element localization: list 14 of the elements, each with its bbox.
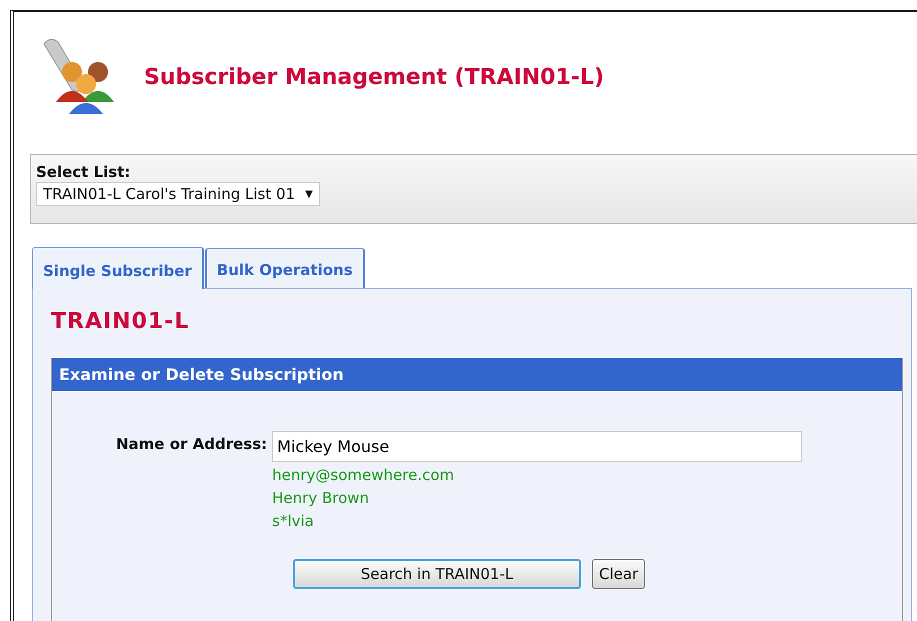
list-name: TRAIN01-L [51, 309, 190, 334]
hint-text: Henry Brown [272, 488, 370, 509]
hint-text: henry@somewhere.com [272, 465, 456, 486]
select-label: Select List: [36, 163, 132, 181]
clear-button[interactable]: Clear [592, 559, 646, 589]
field-label: Name or Address: [116, 435, 268, 455]
tab[interactable]: Bulk Operations [204, 248, 365, 288]
search-button[interactable]: Search in TRAIN01-L [293, 559, 581, 589]
hint-text: s*lvia [272, 511, 315, 532]
list-dropdown[interactable]: TRAIN01-L Carol's Training List 01 ▼ [36, 182, 320, 206]
section-title: Examine or Delete Subscription [52, 358, 902, 391]
page-title: Subscriber Management (TRAIN01-L) [144, 64, 604, 90]
tab[interactable]: Single Subscriber [32, 247, 204, 289]
name-field[interactable]: Mickey Mouse [272, 431, 802, 462]
